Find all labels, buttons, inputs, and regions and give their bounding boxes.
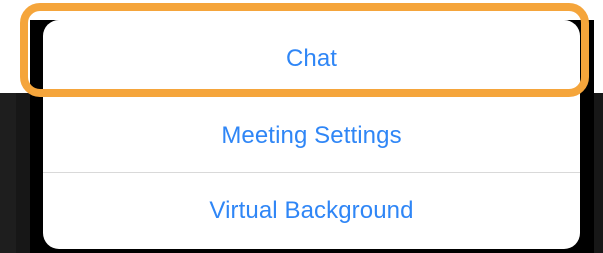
- meeting-screen-edge: [0, 93, 16, 253]
- more-options-action-sheet: Chat Meeting Settings Virtual Background: [43, 20, 580, 249]
- virtual-background-menu-item[interactable]: Virtual Background: [43, 173, 580, 249]
- chat-menu-item[interactable]: Chat: [43, 20, 580, 98]
- meeting-settings-menu-item[interactable]: Meeting Settings: [43, 98, 580, 173]
